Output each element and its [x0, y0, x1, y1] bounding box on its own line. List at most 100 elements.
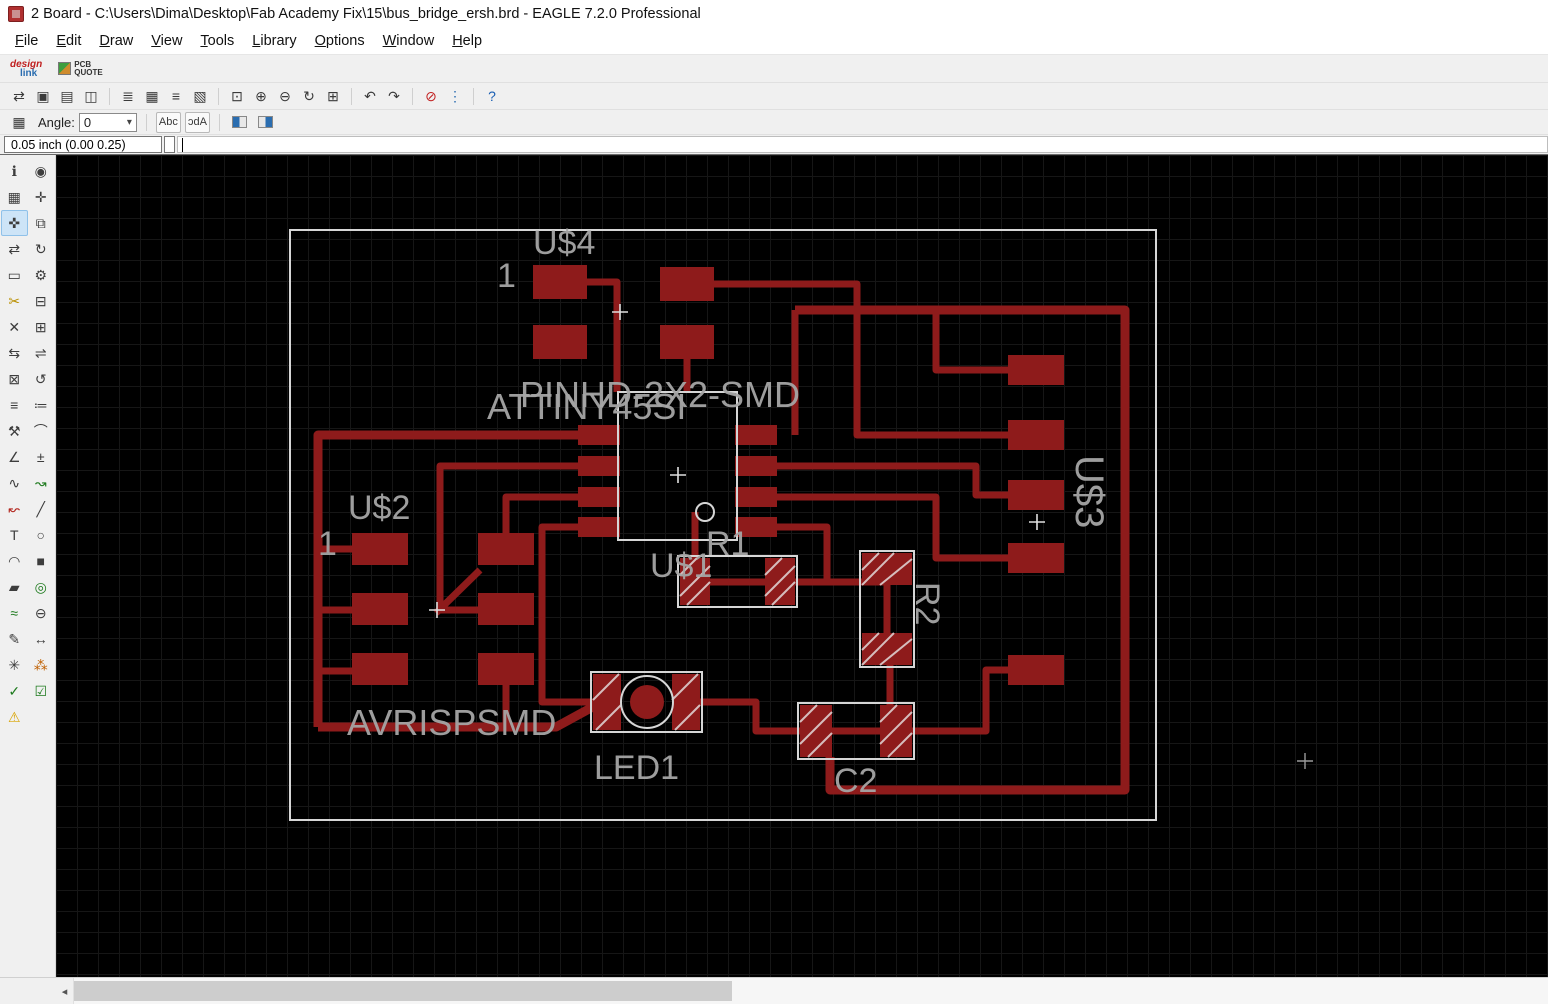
layer-pair-button[interactable]: [255, 112, 277, 133]
text-tool[interactable]: T: [1, 522, 28, 548]
undo-button[interactable]: ↶: [359, 86, 381, 107]
cam-processor-button[interactable]: ◫: [80, 86, 102, 107]
copy-tool[interactable]: ⧉: [28, 210, 55, 236]
via-tool[interactable]: ◎: [28, 574, 55, 600]
menu-tools[interactable]: Tools: [191, 30, 243, 52]
smd-pad[interactable]: [352, 653, 408, 685]
menu-window[interactable]: Window: [374, 30, 444, 52]
copper-pads[interactable]: [352, 265, 1064, 685]
menu-file[interactable]: File: [6, 30, 47, 52]
rotate-tool[interactable]: ↻: [28, 236, 55, 262]
zoom-select-button[interactable]: ⊞: [322, 86, 344, 107]
polygon-tool[interactable]: ▰: [1, 574, 28, 600]
h-scrollbar-thumb[interactable]: [74, 981, 732, 1001]
zoom-out-button[interactable]: ⊖: [274, 86, 296, 107]
menu-draw[interactable]: Draw: [90, 30, 142, 52]
smd-pad[interactable]: [735, 487, 777, 507]
replace-tool[interactable]: ⇌: [28, 340, 55, 366]
grid-button[interactable]: ▦: [8, 112, 30, 133]
name-tool[interactable]: ≡: [1, 392, 28, 418]
help-button[interactable]: ?: [481, 86, 503, 107]
angle-select[interactable]: 0 ▾: [78, 112, 137, 132]
show-tool[interactable]: ◉: [28, 158, 55, 184]
label-u1[interactable]: U$1: [650, 547, 712, 585]
dimension-tool[interactable]: ↔: [28, 626, 55, 652]
menu-view[interactable]: View: [142, 30, 191, 52]
print-button[interactable]: ▤: [56, 86, 78, 107]
zoom-in-button[interactable]: ⊕: [250, 86, 272, 107]
rect-tool[interactable]: ■: [28, 548, 55, 574]
label-r1[interactable]: R1: [706, 525, 749, 563]
errors-tool[interactable]: ☑: [28, 678, 55, 704]
split-tool[interactable]: ∠: [1, 444, 28, 470]
menu-library[interactable]: Library: [243, 30, 305, 52]
design-link-button[interactable]: design link: [6, 58, 46, 80]
warning-tool[interactable]: ⚠: [1, 704, 28, 730]
hole-tool[interactable]: ⊖: [28, 600, 55, 626]
command-input[interactable]: [177, 136, 1548, 153]
smd-pad[interactable]: [533, 325, 587, 359]
optimize-tool[interactable]: ±: [28, 444, 55, 470]
circle-tool[interactable]: ○: [28, 522, 55, 548]
label-avrisp[interactable]: AVRISPSMD: [347, 702, 556, 743]
smd-pad[interactable]: [578, 456, 620, 476]
smd-pad[interactable]: [352, 533, 408, 565]
text-style-button[interactable]: Abc: [155, 111, 181, 133]
wire-tool[interactable]: ╱: [28, 496, 55, 522]
drc-tool[interactable]: ✓: [1, 678, 28, 704]
h-scrollbar[interactable]: [73, 978, 1548, 1004]
attribute-tool[interactable]: ✎: [1, 626, 28, 652]
menu-edit[interactable]: Edit: [47, 30, 90, 52]
via-ring[interactable]: [695, 502, 715, 522]
pcb-quote-button[interactable]: PCB QUOTE: [58, 60, 103, 77]
arc-tool[interactable]: ◠: [1, 548, 28, 574]
label-r2[interactable]: R2: [908, 582, 946, 625]
cut-tool[interactable]: ✂: [1, 288, 28, 314]
redo-button[interactable]: ↷: [383, 86, 405, 107]
menu-options[interactable]: Options: [306, 30, 374, 52]
menu-help[interactable]: Help: [443, 30, 491, 52]
zoom-fit-button[interactable]: ⊡: [226, 86, 248, 107]
label-c2[interactable]: C2: [834, 762, 877, 800]
load-ulp-button[interactable]: ≣: [117, 86, 139, 107]
smd-pad[interactable]: [478, 593, 534, 625]
smd-pad[interactable]: [578, 425, 620, 445]
command-input-field[interactable]: [178, 137, 1547, 152]
mark-tool[interactable]: ✛: [28, 184, 55, 210]
paste-tool[interactable]: ⊟: [28, 288, 55, 314]
export-image-button[interactable]: ▧: [189, 86, 211, 107]
mirror-tool[interactable]: ⇄: [1, 236, 28, 262]
smd-pad[interactable]: [735, 456, 777, 476]
scroll-left-button[interactable]: ◂: [56, 978, 73, 1004]
ripup-tool[interactable]: ↜: [1, 496, 28, 522]
route-tool[interactable]: ↝: [28, 470, 55, 496]
spin-tool[interactable]: ↺: [28, 366, 55, 392]
delete-tool[interactable]: ✕: [1, 314, 28, 340]
smash-tool[interactable]: ⚒: [1, 418, 28, 444]
label-u4[interactable]: U$4: [533, 224, 595, 262]
label-u4-pin1[interactable]: 1: [497, 257, 516, 295]
smd-pad[interactable]: [578, 517, 620, 537]
smd-pad[interactable]: [478, 653, 534, 685]
autoroute-tool[interactable]: ⁂: [28, 652, 55, 678]
component-led1[interactable]: [590, 671, 703, 733]
label-u2-pin1[interactable]: 1: [318, 525, 337, 563]
board-canvas[interactable]: U$4 1 PINHD-2X2-SMD ATTINY45SI U$2 1 U$1…: [56, 155, 1548, 977]
stop-button[interactable]: ⊘: [420, 86, 442, 107]
change-tool[interactable]: ⚙: [28, 262, 55, 288]
smd-pad[interactable]: [352, 593, 408, 625]
signal-tool[interactable]: ≈: [1, 600, 28, 626]
smd-pad[interactable]: [660, 325, 714, 359]
smd-pad[interactable]: [578, 487, 620, 507]
move-tool[interactable]: ✜: [1, 210, 28, 236]
go-button[interactable]: ⋮: [444, 86, 466, 107]
smd-pad[interactable]: [735, 425, 777, 445]
smd-pad[interactable]: [478, 533, 534, 565]
smd-pad[interactable]: [660, 267, 714, 301]
zoom-redraw-button[interactable]: ↻: [298, 86, 320, 107]
open-board-schematic-button[interactable]: ⇄: [8, 86, 30, 107]
label-led1[interactable]: LED1: [594, 749, 679, 787]
smd-pad[interactable]: [1008, 543, 1064, 573]
smd-pad[interactable]: [1008, 420, 1064, 450]
lock-tool[interactable]: ⊠: [1, 366, 28, 392]
